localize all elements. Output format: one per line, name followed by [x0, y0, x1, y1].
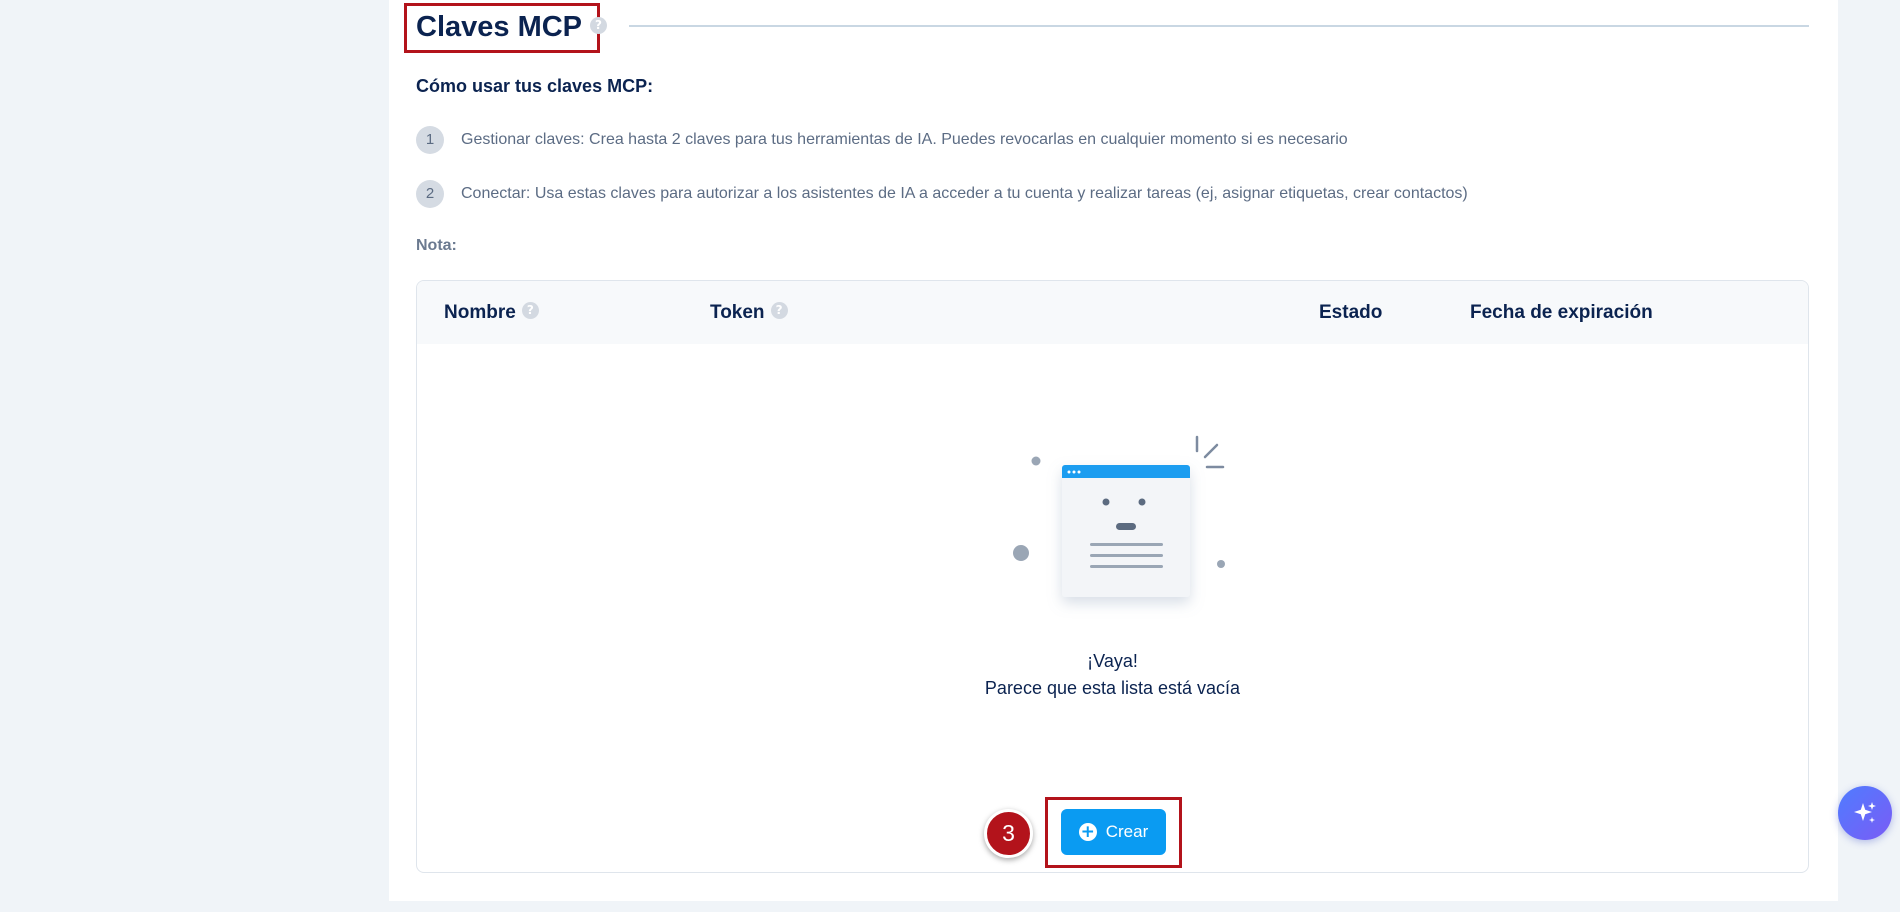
face-eye	[1138, 498, 1146, 506]
text-line	[1090, 543, 1163, 546]
help-icon[interactable]: ?	[770, 302, 788, 320]
ai-assistant-button[interactable]	[1838, 786, 1892, 840]
table-header: Nombre? Token? Estado Fecha de expiració…	[417, 281, 1808, 344]
page-title: Claves MCP?	[416, 10, 608, 44]
face-eye	[1102, 498, 1110, 506]
column-header-label: Nombre	[444, 302, 516, 323]
create-button-label: Crear	[1105, 822, 1149, 841]
step-text: Gestionar claves: Crea hasta 2 claves pa…	[461, 131, 1348, 148]
decor-dot	[1013, 545, 1029, 561]
text-line	[1090, 565, 1163, 568]
step-text: Conectar: Usa estas claves para autoriza…	[461, 185, 1468, 202]
spark-line	[1203, 443, 1219, 459]
page-title-text: Claves MCP	[416, 11, 583, 43]
empty-state-title: ¡Vaya!	[1087, 651, 1138, 671]
empty-state-subtitle: Parece que esta lista está vacía	[984, 678, 1241, 698]
section-header: Claves MCP?	[389, 0, 1838, 60]
create-button[interactable]: + Crear	[1061, 809, 1166, 855]
howto-step: 2 Conectar: Usa estas claves para autori…	[416, 180, 1468, 208]
column-header-expiration: Fecha de expiración	[1470, 302, 1653, 323]
step-number: 1	[416, 126, 444, 154]
column-header-estado: Estado	[1319, 302, 1383, 323]
note-label: Nota:	[416, 237, 457, 254]
column-header-label: Token	[710, 302, 765, 323]
browser-window-icon	[1062, 465, 1190, 597]
help-icon[interactable]: ?	[590, 16, 608, 34]
step-number: 2	[416, 180, 444, 208]
decor-dot	[1217, 560, 1225, 568]
title-divider	[629, 25, 1809, 27]
keys-table: Nombre? Token? Estado Fecha de expiració…	[416, 280, 1809, 873]
decor-dot	[1031, 456, 1041, 466]
help-icon[interactable]: ?	[521, 302, 539, 320]
mcp-keys-card: Claves MCP? Cómo usar tus claves MCP: 1 …	[389, 0, 1838, 901]
howto-step: 1 Gestionar claves: Crea hasta 2 claves …	[416, 126, 1348, 154]
plus-circle-icon: +	[1078, 822, 1097, 842]
column-header-token: Token?	[710, 302, 788, 324]
ai-sparkle-icon	[1854, 802, 1876, 823]
step-annotation-badge: 3	[984, 809, 1033, 858]
column-header-nombre: Nombre?	[444, 302, 539, 324]
text-line	[1090, 554, 1163, 557]
empty-state-illustration	[1013, 435, 1225, 597]
howto-heading: Cómo usar tus claves MCP:	[416, 76, 654, 96]
face-mouth	[1116, 523, 1136, 530]
